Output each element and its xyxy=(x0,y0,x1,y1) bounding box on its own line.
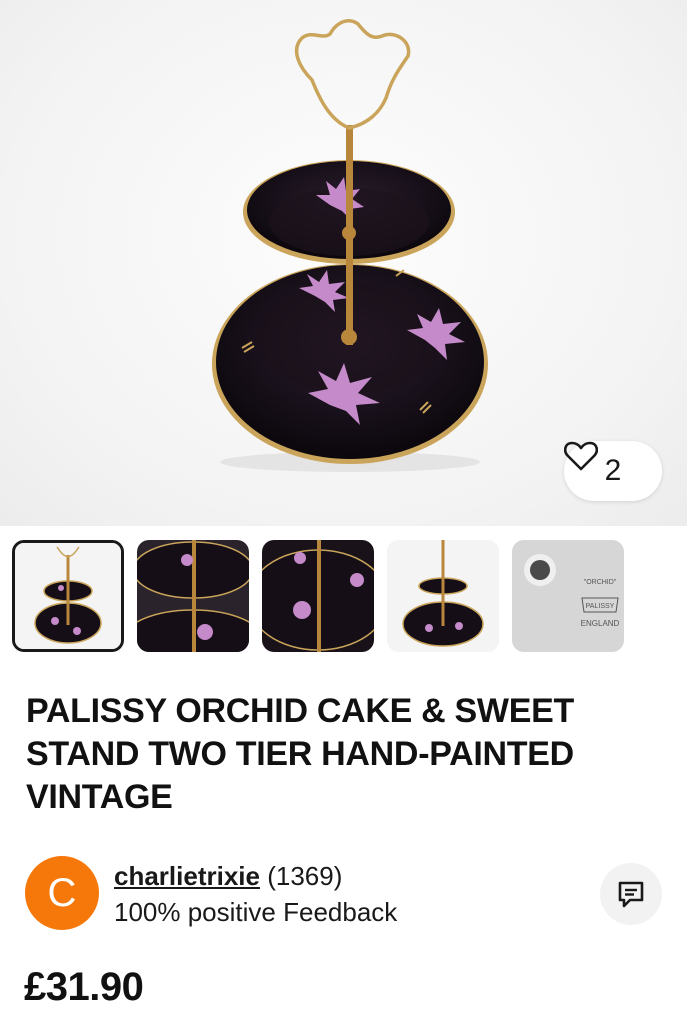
contact-seller-button[interactable] xyxy=(600,863,662,925)
thumbnail-strip[interactable]: "ORCHID" PALISSY ENGLAND xyxy=(12,540,687,652)
thumbnail-2[interactable] xyxy=(137,540,249,652)
message-icon xyxy=(618,881,644,908)
watch-count: 2 xyxy=(604,454,622,487)
thumbnail-3[interactable] xyxy=(262,540,374,652)
seller-feedback-count: (1369) xyxy=(267,861,343,891)
seller-username-link[interactable]: charlietrixie xyxy=(114,861,260,891)
thumbnail-1[interactable] xyxy=(12,540,124,652)
listing-price: £31.90 xyxy=(24,965,144,1009)
listing-title: PALISSY ORCHID CAKE & SWEET STAND TWO TI… xyxy=(26,692,574,816)
thumbnail-image xyxy=(387,540,499,652)
watch-button[interactable]: 2 xyxy=(564,441,662,501)
heart-outline-icon xyxy=(564,441,598,471)
seller-info[interactable]: C charlietrixie (1369) 100% positive Fee… xyxy=(24,855,664,931)
backstamp-line-1: "ORCHID" xyxy=(584,579,617,586)
thumbnail-image xyxy=(137,540,249,652)
avatar-letter: C xyxy=(47,870,77,915)
backstamp-line-3: ENGLAND xyxy=(581,619,620,628)
seller-avatar[interactable]: C xyxy=(25,856,99,930)
seller-name-row: charlietrixie (1369) xyxy=(114,861,342,892)
seller-feedback-percent: 100% positive Feedback xyxy=(114,897,398,927)
main-product-image[interactable]: 2 xyxy=(0,0,687,526)
thumbnail-image xyxy=(15,543,121,649)
thumbnail-5[interactable]: "ORCHID" PALISSY ENGLAND xyxy=(512,540,624,652)
thumbnail-4[interactable] xyxy=(387,540,499,652)
backstamp-line-2: PALISSY xyxy=(586,603,615,610)
thumbnail-image: "ORCHID" PALISSY ENGLAND xyxy=(512,540,624,652)
thumbnail-image xyxy=(262,540,374,652)
